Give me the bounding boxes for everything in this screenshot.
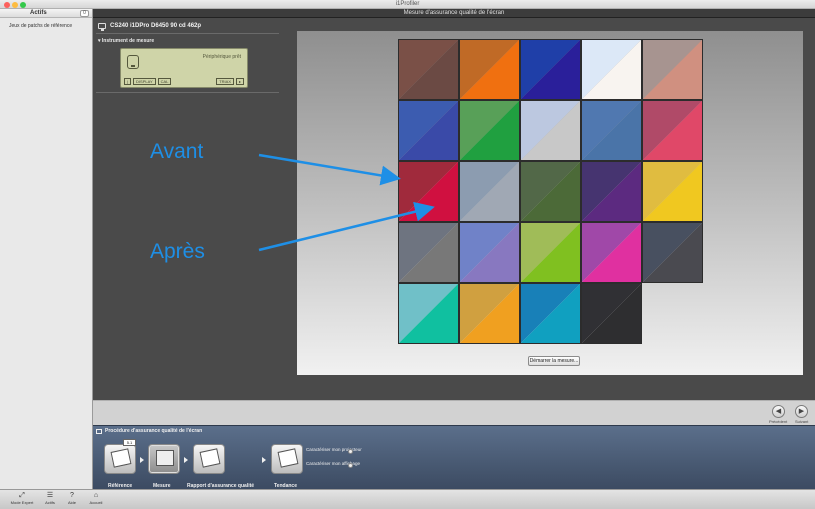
help-icon: ? xyxy=(70,492,74,499)
divider xyxy=(96,92,279,93)
device-line: CS240 i1DPro D6450 90 cd 462p xyxy=(98,21,201,31)
color-patch xyxy=(642,39,703,100)
home-icon: ⌂ xyxy=(93,492,99,499)
expert-mode-icon: ⤢ xyxy=(19,492,25,499)
option-projector-arrow-icon[interactable] xyxy=(348,449,353,454)
measure-monitor-icon xyxy=(156,450,174,466)
color-patch xyxy=(459,100,520,161)
device-description: CS240 i1DPro D6450 90 cd 462p xyxy=(110,23,202,29)
color-patch xyxy=(398,283,459,344)
step-reference-button[interactable]: 5.1 xyxy=(104,439,136,474)
chevron-right-icon xyxy=(140,457,144,463)
color-patch xyxy=(459,161,520,222)
color-patch xyxy=(642,161,703,222)
color-patch-grid xyxy=(398,39,703,344)
step-measure-button[interactable] xyxy=(148,444,180,474)
reference-version-tag: 5.1 xyxy=(123,439,136,446)
instrument-label: Instrument de mesure xyxy=(101,38,155,44)
bottom-toolbar: ⤢ Mode Expert ☰ Actifs ? Aide ⌂ Accueil xyxy=(0,489,815,509)
window-title: i1Profiler xyxy=(395,1,420,7)
color-patch xyxy=(642,100,703,161)
step-trend-button[interactable] xyxy=(271,444,303,474)
sidebar: Actifs 0 Jeux de patchs de référence xyxy=(0,9,93,489)
app-window: i1Profiler Actifs 0 Jeux de patchs de ré… xyxy=(0,0,815,509)
start-measurement-button[interactable]: Démarrer la mesure... xyxy=(528,356,580,366)
sidebar-tabbar: Actifs 0 xyxy=(0,9,92,18)
toolbar-help-label: Aide xyxy=(67,500,76,505)
toolbar-home-label: Accueil xyxy=(89,500,103,505)
toolbar-expert-mode[interactable]: ⤢ Mode Expert xyxy=(10,492,34,509)
toolbar-help[interactable]: ? Aide xyxy=(60,492,84,509)
color-patch xyxy=(459,222,520,283)
lcd-buttons: | DISPLAY CAL TRIAX ▸ xyxy=(124,78,244,85)
color-patch xyxy=(581,222,642,283)
report-icon xyxy=(199,448,221,468)
color-patch xyxy=(581,161,642,222)
page-header: Mesure d'assurance qualité de l'écran xyxy=(93,9,815,18)
next-label: Suivant xyxy=(795,419,809,424)
color-patch xyxy=(581,100,642,161)
instrument-section-label[interactable]: ▾ Instrument de mesure xyxy=(98,38,154,44)
lcd-indicator-icon: | xyxy=(124,78,132,85)
trend-chart-icon xyxy=(277,448,299,468)
color-patch xyxy=(520,222,581,283)
list-icon: ☰ xyxy=(46,492,54,499)
color-patch xyxy=(520,161,581,222)
annotation-before: Avant xyxy=(150,140,204,163)
chevron-right-icon xyxy=(184,457,188,463)
color-patch xyxy=(520,283,581,344)
navigation-strip: ◀ ▶ Précédent Suivant xyxy=(93,400,815,425)
toolbar-assets-label: Actifs xyxy=(45,500,55,505)
chevron-right-icon xyxy=(262,457,266,463)
color-patch xyxy=(581,283,642,344)
option-display-arrow-icon[interactable] xyxy=(348,463,353,468)
workflow-icon xyxy=(96,428,102,434)
device-info-panel: CS240 i1DPro D6450 90 cd 462p ▾ Instrume… xyxy=(94,18,281,96)
color-patch xyxy=(398,222,459,283)
workflow-header: Procédure d'assurance qualité de l'écran xyxy=(96,428,202,434)
step-qa-report-button[interactable] xyxy=(193,444,225,474)
color-patch xyxy=(398,39,459,100)
toolbar-expert-mode-label: Mode Expert xyxy=(10,500,34,505)
sidebar-tab-actifs[interactable]: Actifs xyxy=(30,9,47,18)
workflow-title: Procédure d'assurance qualité de l'écran xyxy=(105,428,203,434)
lcd-display-label: DISPLAY xyxy=(133,78,156,85)
toolbar-assets[interactable]: ☰ Actifs xyxy=(38,492,62,509)
next-button[interactable]: ▶ xyxy=(795,405,808,418)
previous-label: Précédent xyxy=(769,419,788,424)
toolbar-home[interactable]: ⌂ Accueil xyxy=(84,492,108,509)
color-patch xyxy=(520,100,581,161)
device-status: Périphérique prêt xyxy=(202,54,241,60)
divider xyxy=(96,33,279,34)
instrument-device-icon xyxy=(127,55,139,69)
sidebar-count-badge[interactable]: 0 xyxy=(80,10,89,17)
color-patch xyxy=(398,100,459,161)
color-patch xyxy=(459,39,520,100)
color-patch xyxy=(520,39,581,100)
lcd-triax-label: TRIAX xyxy=(216,78,234,85)
lcd-cal-label: CAL xyxy=(157,78,172,85)
color-patch xyxy=(398,161,459,222)
annotation-after: Après xyxy=(150,240,205,263)
instrument-lcd-display: Périphérique prêt | DISPLAY CAL TRIAX ▸ xyxy=(120,48,248,88)
workflow-panel: Procédure d'assurance qualité de l'écran… xyxy=(93,425,815,489)
color-patch xyxy=(459,283,520,344)
sidebar-item-reference-patch-sets[interactable]: Jeux de patchs de référence xyxy=(0,18,92,29)
page-title: Mesure d'assurance qualité de l'écran xyxy=(403,10,505,16)
color-patch xyxy=(642,222,703,283)
title-bar: i1Profiler xyxy=(0,0,815,9)
previous-button[interactable]: ◀ xyxy=(772,405,785,418)
reference-document-icon xyxy=(110,448,132,468)
color-patch xyxy=(581,39,642,100)
option-projector[interactable]: Caractériser mon projecteur xyxy=(306,447,362,452)
lcd-arrow-icon: ▸ xyxy=(235,78,244,85)
measurement-canvas: Démarrer la mesure... xyxy=(297,31,803,375)
monitor-icon xyxy=(98,23,106,31)
